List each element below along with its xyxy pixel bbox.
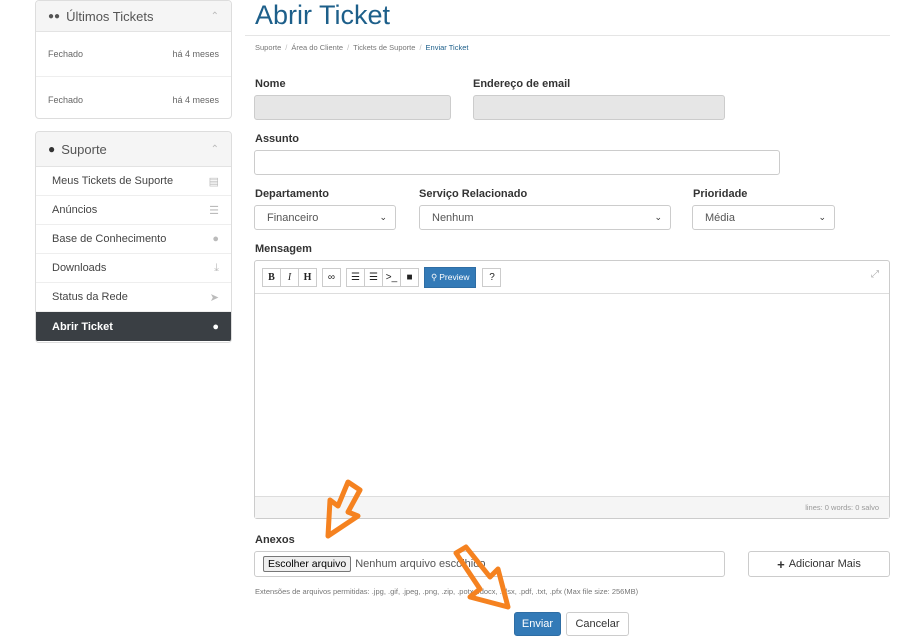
sidebar-item-label: Abrir Ticket [52, 320, 113, 333]
globe-icon: ● [48, 142, 56, 156]
sidebar-item-label: Anúncios [52, 204, 98, 216]
page-title: Abrir Ticket [255, 0, 391, 30]
ticket-status: Fechado [48, 49, 84, 59]
email-label: Endereço de email [473, 78, 571, 90]
sidebar-item-announcements[interactable]: Anúncios ☰ [36, 196, 231, 225]
sidebar-item-knowledgebase[interactable]: Base de Conhecimento ● [36, 225, 231, 254]
title-divider [245, 35, 890, 36]
unordered-list-icon[interactable]: ☰ [346, 267, 365, 287]
recent-tickets-header[interactable]: ●● Últimos Tickets ⌃ [36, 1, 231, 32]
support-title: Suporte [61, 141, 107, 157]
quote-icon[interactable]: ■ [400, 267, 419, 287]
preview-label: Preview [439, 272, 470, 282]
subject-label: Assunto [255, 133, 299, 145]
info-icon: ● [212, 233, 219, 245]
message-label: Mensagem [255, 243, 312, 255]
breadcrumb-link[interactable]: Suporte [255, 43, 281, 52]
name-label: Nome [255, 78, 286, 90]
support-header[interactable]: ● Suporte ⌃ [36, 132, 231, 167]
chevron-down-icon: ⌄ [818, 212, 826, 222]
ticket-time: há 4 meses [172, 94, 219, 105]
ticket-row[interactable]: Fechado há 4 meses [36, 77, 231, 122]
priority-label: Prioridade [693, 188, 748, 200]
department-label: Departamento [255, 188, 329, 200]
search-icon: ⚲ [431, 271, 438, 282]
email-field[interactable] [473, 95, 725, 120]
comments-icon: ● [212, 320, 219, 333]
annotation-arrow-icon [453, 544, 511, 610]
service-value: Nenhum [432, 211, 474, 224]
department-value: Financeiro [267, 211, 319, 224]
recent-tickets-panel: ●● Últimos Tickets ⌃ Fechado há 4 meses … [35, 0, 232, 119]
bold-button[interactable]: B [262, 267, 281, 287]
service-label: Serviço Relacionado [419, 188, 528, 200]
attachments-label: Anexos [255, 534, 295, 546]
chevron-up-icon[interactable]: ⌃ [211, 144, 219, 155]
submit-button[interactable]: Enviar [514, 612, 561, 636]
heading-button[interactable]: H [298, 267, 317, 287]
download-icon: ⤓ [214, 261, 219, 274]
sidebar-item-downloads[interactable]: Downloads ⤓ [36, 254, 231, 283]
support-panel: ● Suporte ⌃ Meus Tickets de Suporte ▤ An… [35, 131, 232, 343]
chevron-up-icon[interactable]: ⌃ [211, 11, 219, 22]
chevron-down-icon: ⌄ [379, 212, 387, 222]
breadcrumb-link[interactable]: Tickets de Suporte [353, 43, 415, 52]
choose-file-button[interactable]: Escolher arquivo [263, 556, 352, 572]
ticket-icon: ▤ [208, 175, 219, 188]
priority-value: Média [705, 211, 735, 224]
breadcrumb-link[interactable]: Área do Cliente [291, 43, 343, 52]
cancel-button[interactable]: Cancelar [566, 612, 629, 636]
ticket-row[interactable]: Fechado há 4 meses [36, 32, 231, 77]
chevron-down-icon: ⌄ [654, 212, 662, 222]
help-icon[interactable]: ? [482, 267, 502, 287]
add-more-label: Adicionar Mais [788, 558, 861, 570]
comments-icon: ●● [48, 10, 61, 22]
priority-select[interactable]: Média ⌄ [692, 205, 835, 230]
breadcrumb: Suporte / Área do Cliente / Tickets de Supor… [255, 43, 469, 52]
italic-button[interactable]: I [280, 267, 299, 287]
sidebar-item-label: Downloads [52, 262, 107, 274]
subject-field[interactable] [254, 150, 780, 175]
breadcrumb-current: Enviar Ticket [425, 43, 469, 52]
list-icon: ☰ [209, 204, 219, 217]
plus-icon: + [777, 556, 785, 572]
code-icon[interactable]: >_ [382, 267, 401, 287]
ticket-status: Fechado [48, 94, 84, 105]
rocket-icon: ➤ [209, 291, 219, 304]
link-icon[interactable]: ∞ [322, 267, 341, 287]
sidebar-item-open-ticket[interactable]: Abrir Ticket ● [36, 312, 231, 341]
editor-toolbar: B I H ∞ ☰ ☰ >_ ■ ⚲ Preview ? [255, 261, 889, 294]
sidebar-item-label: Status da Rede [52, 291, 128, 303]
annotation-arrow-icon [325, 479, 363, 539]
service-select[interactable]: Nenhum ⌄ [419, 205, 671, 230]
sidebar-item-network-status[interactable]: Status da Rede ➤ [36, 283, 231, 312]
sidebar-item-label: Base de Conhecimento [52, 233, 167, 245]
sidebar-item-my-tickets[interactable]: Meus Tickets de Suporte ▤ [36, 167, 231, 196]
department-select[interactable]: Financeiro ⌄ [254, 205, 396, 230]
sidebar-item-label: Meus Tickets de Suporte [52, 175, 174, 187]
fullscreen-icon[interactable]: ⤢ [871, 269, 879, 280]
preview-button[interactable]: ⚲ Preview [424, 266, 477, 288]
name-field[interactable] [254, 95, 451, 120]
ordered-list-icon[interactable]: ☰ [364, 267, 383, 287]
recent-tickets-title: Últimos Tickets [66, 8, 154, 24]
add-more-button[interactable]: + Adicionar Mais [748, 551, 890, 577]
ticket-time: há 4 meses [172, 49, 219, 59]
